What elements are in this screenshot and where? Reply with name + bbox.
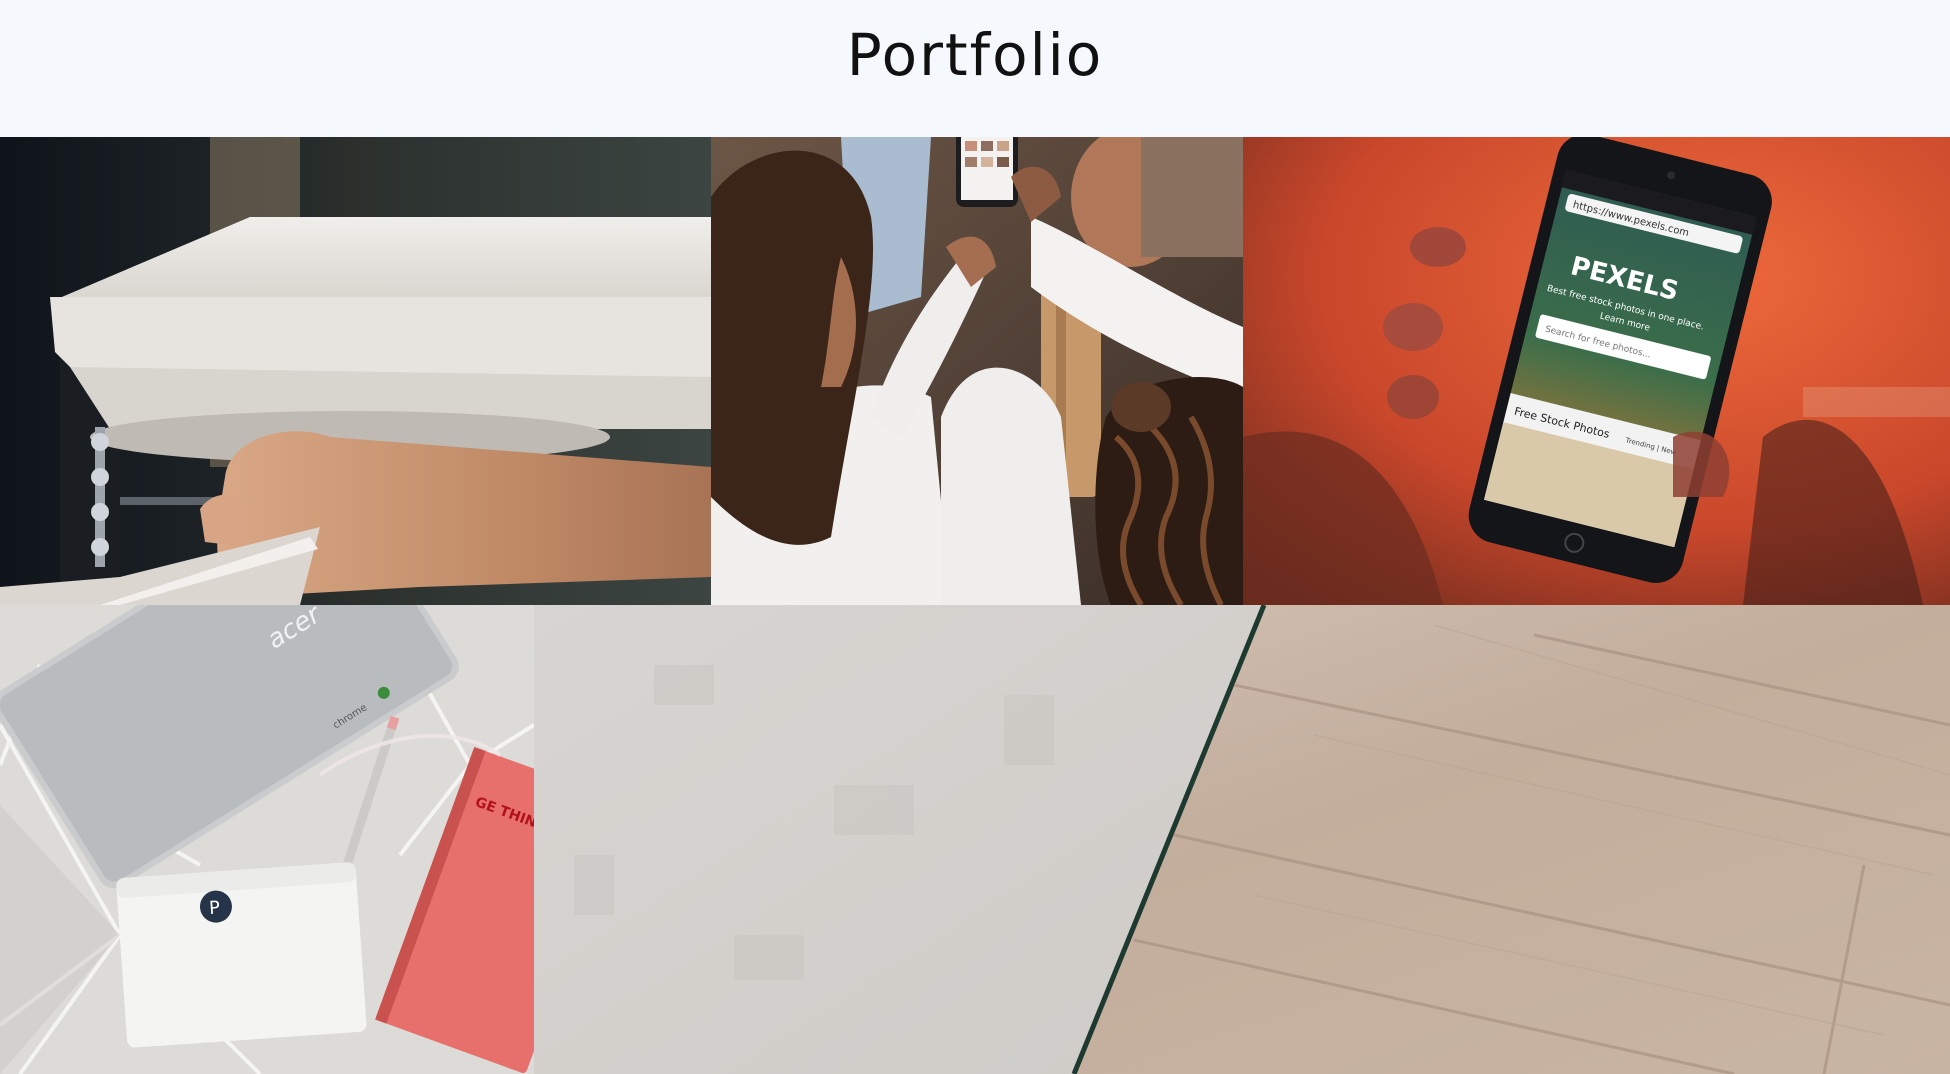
tissue-logo: P bbox=[208, 897, 220, 919]
pexels-phone-photo: https://www.pexels.com PEXELS Best free … bbox=[1243, 137, 1950, 605]
laptop-photo: acer chrome P GE THING bbox=[0, 605, 534, 1074]
gallery-item-laptop-desk[interactable]: acer chrome P GE THING bbox=[0, 605, 534, 1074]
gallery-item-pexels-phone[interactable]: https://www.pexels.com PEXELS Best free … bbox=[1243, 137, 1950, 605]
gallery-item-sink[interactable] bbox=[0, 137, 711, 605]
gallery-item-wood-floor[interactable] bbox=[534, 605, 1950, 1074]
sink-photo bbox=[0, 137, 711, 605]
portfolio-header: Portfolio bbox=[0, 0, 1950, 137]
page: Portfolio https://www.pexels.com PEXELS … bbox=[0, 0, 1950, 1074]
friends-photo bbox=[711, 137, 1243, 605]
page-title: Portfolio bbox=[846, 20, 1104, 89]
wood-floor-photo bbox=[534, 605, 1950, 1074]
gallery-item-friends-phone[interactable] bbox=[711, 137, 1243, 605]
